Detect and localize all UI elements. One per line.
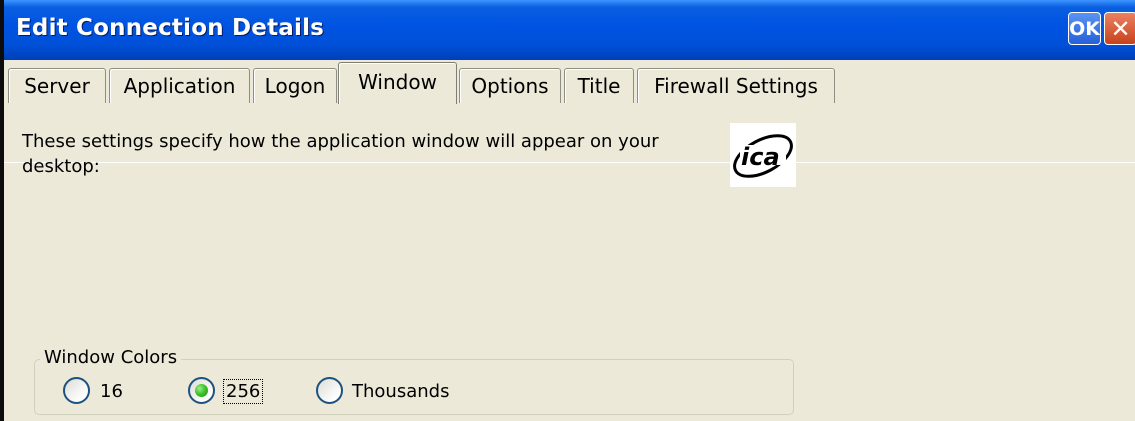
ok-label: OK (1069, 17, 1100, 40)
logo-text: ica (741, 143, 780, 171)
radio-label-16[interactable]: 16 (100, 381, 123, 402)
tab-label: Logon (264, 74, 326, 98)
description-text: These settings specify how the applicati… (22, 131, 659, 177)
title-bar[interactable]: Edit Connection Details OK ✕ (0, 0, 1135, 60)
tab-label: Application (123, 74, 236, 98)
tab-label: Window (358, 69, 437, 94)
ica-logo-icon: ica (730, 123, 796, 187)
tab-label: Options (471, 74, 549, 98)
tab-label: Title (577, 74, 621, 98)
tab-application[interactable]: Application (109, 68, 250, 103)
ica-logo-graphic: ica (733, 134, 793, 178)
radio-256[interactable] (188, 377, 215, 404)
window-title: Edit Connection Details (16, 15, 325, 41)
radio-label-256[interactable]: 256 (222, 379, 264, 404)
radio-selected-dot (195, 384, 208, 397)
tab-logon[interactable]: Logon (253, 68, 337, 103)
tab-label: Firewall Settings (654, 74, 818, 98)
close-icon: ✕ (1110, 14, 1131, 43)
group-label: Window Colors (40, 347, 182, 368)
tab-label: Server (24, 74, 90, 98)
ok-button[interactable]: OK (1068, 12, 1101, 45)
tab-options[interactable]: Options (459, 68, 561, 103)
radio-16[interactable] (63, 377, 90, 404)
tab-title[interactable]: Title (564, 68, 634, 103)
close-button[interactable]: ✕ (1104, 12, 1135, 45)
tab-window[interactable]: Window (338, 62, 457, 104)
tab-server[interactable]: Server (8, 68, 106, 103)
tab-firewall-settings[interactable]: Firewall Settings (637, 68, 835, 103)
radio-thousands[interactable] (316, 377, 343, 404)
radio-label-thousands[interactable]: Thousands (352, 381, 449, 402)
